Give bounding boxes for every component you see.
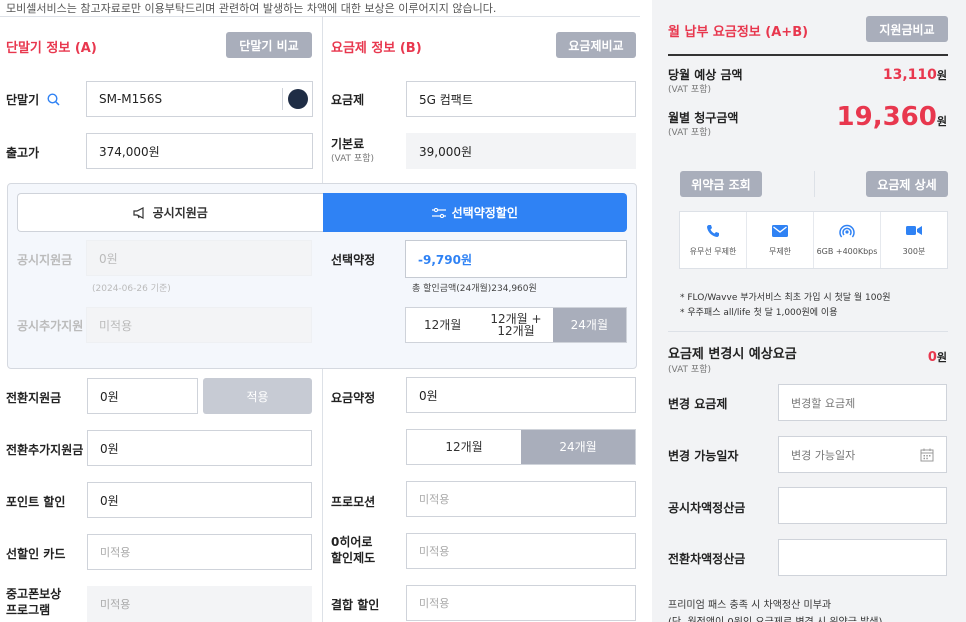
plan-contract-option-12[interactable]: 12개월 xyxy=(407,430,521,464)
service-message: 무제한 xyxy=(747,212,814,268)
usedphone-field: 미적용 xyxy=(87,586,312,622)
promo-note-1: * FLO/Wavve 부가서비스 최초 가입 시 첫달 월 100원 xyxy=(680,293,891,303)
column-divider-bottom xyxy=(322,368,323,622)
plan-contract-field: 0원 xyxy=(406,377,636,413)
point-discount-field[interactable]: 0원 xyxy=(87,482,312,518)
apply-button[interactable]: 적용 xyxy=(203,378,312,414)
zerohero-label: 0히어로 할인제도 xyxy=(331,535,376,565)
change-plan-title: 요금제 변경시 예상요금 (VAT 포함) xyxy=(668,347,797,375)
calendar-icon[interactable] xyxy=(920,448,934,462)
contract-option-12[interactable]: 12개월 xyxy=(406,308,479,342)
promo-note-2: * 우주패스 all/life 첫 달 1,000원에 이용 xyxy=(680,308,838,318)
contract-option-12-12[interactable]: 12개월 + 12개월 xyxy=(479,308,552,342)
base-fee-label: 기본료 (VAT 포함) xyxy=(331,137,374,164)
monthly-amount-value: 19,360원 xyxy=(836,102,947,132)
plan-contract-option-24[interactable]: 24개월 xyxy=(521,430,635,464)
support-compare-button[interactable]: 지원금비교 xyxy=(866,16,948,42)
contract-period-selector: 12개월 12개월 + 12개월 24개월 xyxy=(405,307,627,343)
top-divider xyxy=(0,16,640,17)
change-plan-label: 변경 요금제 xyxy=(668,397,728,411)
service-call: 유무선 무제한 xyxy=(680,212,747,268)
switch-settle-field xyxy=(778,539,947,576)
summary-title-divider xyxy=(668,54,948,56)
mail-icon xyxy=(772,224,788,238)
promotion-label: 프로모션 xyxy=(331,495,376,509)
subsidy-settle-field xyxy=(778,487,947,524)
service-data: 6GB +400Kbps xyxy=(814,212,881,268)
subsidy-extra-field: 미적용 xyxy=(86,307,312,343)
plan-compare-button[interactable]: 요금제비교 xyxy=(556,32,636,58)
price-label: 출고가 xyxy=(6,146,40,160)
change-plan-value: 0원 xyxy=(927,350,947,365)
plan-section-title: 요금제 정보 (B) xyxy=(331,41,422,56)
expected-amount-value: 13,110원 xyxy=(882,67,947,83)
summary-divider xyxy=(668,331,948,332)
device-section-title: 단말기 정보 (A) xyxy=(6,41,97,56)
usedphone-label: 중고폰보상 프로그램 xyxy=(6,587,62,617)
plan-services: 유무선 무제한 무제한 6GB +400Kbps 300분 xyxy=(679,211,948,269)
contract-option-24[interactable]: 24개월 xyxy=(552,308,626,342)
plan-contract-period-selector: 12개월 24개월 xyxy=(406,429,636,465)
zerohero-field[interactable]: 미적용 xyxy=(406,533,636,569)
switch-subsidy-field[interactable]: 0원 xyxy=(87,378,198,414)
change-date-label: 변경 가능일자 xyxy=(668,449,739,463)
monthly-amount-label: 월별 청구금액 (VAT 포함) xyxy=(668,111,739,138)
device-label: 단말기 xyxy=(6,92,60,110)
expected-amount-label: 당월 예상 금액 (VAT 포함) xyxy=(668,68,743,95)
plan-label: 요금제 xyxy=(331,93,365,107)
subsidy-extra-label: 공시추가지원 xyxy=(17,319,84,333)
footer-note-2: (단, 월정액이 0원인 요금제로 변경 시 위약금 발생) xyxy=(668,613,882,622)
wifi-signal-icon xyxy=(839,224,855,239)
change-date-input[interactable]: 변경 가능일자 xyxy=(778,436,947,473)
tab-subsidy[interactable]: 공시지원금 xyxy=(17,193,323,232)
precard-label: 선할인 카드 xyxy=(6,547,66,561)
notice-text: 모비셀서비스는 참고자료로만 이용부탁드리며 관련하여 발생하는 차액에 대한 … xyxy=(6,2,497,15)
contract-label: 선택약정 xyxy=(331,253,376,267)
column-divider-top xyxy=(322,17,323,189)
sliders-icon xyxy=(431,207,446,218)
switch-subsidy-label: 전환지원금 xyxy=(6,391,62,405)
tab-contract-discount[interactable]: 선택약정할인 xyxy=(322,193,627,232)
plan-contract-label: 요금약정 xyxy=(331,391,376,405)
point-discount-label: 포인트 할인 xyxy=(6,495,66,509)
price-field: 374,000원 xyxy=(86,133,313,169)
search-icon[interactable] xyxy=(47,93,60,110)
bundle-label: 결합 할인 xyxy=(331,598,380,612)
plan-detail-button[interactable]: 요금제 상세 xyxy=(866,171,948,197)
megaphone-icon xyxy=(133,206,147,219)
footer-note-1: 프리미엄 패스 충족 시 차액정산 미부과 xyxy=(668,600,832,611)
change-plan-input[interactable]: 변경할 요금제 xyxy=(778,384,947,421)
video-icon xyxy=(906,224,922,238)
contract-discount-field: -9,790원 xyxy=(405,240,627,278)
service-video: 300분 xyxy=(881,212,947,268)
device-model-field[interactable]: SM-M156S xyxy=(86,81,313,117)
switch-extra-label: 전환추가지원금 xyxy=(6,443,84,457)
subsidy-date-note: (2024-06-26 기준) xyxy=(92,284,171,294)
bundle-field[interactable]: 미적용 xyxy=(406,585,636,621)
button-separator xyxy=(814,171,815,197)
switch-extra-field[interactable]: 0원 xyxy=(87,430,312,466)
subsidy-settle-label: 공시차액정산금 xyxy=(668,501,746,515)
summary-title: 월 납부 요금정보 (A+B) xyxy=(668,25,809,40)
contract-total-note: 총 할인금액(24개월)234,960원 xyxy=(412,284,537,294)
promotion-field[interactable]: 미적용 xyxy=(406,481,636,517)
plan-field[interactable]: 5G 컴팩트 xyxy=(406,81,636,117)
discount-tabs: 공시지원금 선택약정할인 xyxy=(17,193,627,232)
subsidy-label: 공시지원금 xyxy=(17,253,73,267)
device-compare-button[interactable]: 단말기 비교 xyxy=(226,32,312,58)
subsidy-field: 0원 xyxy=(86,240,312,276)
device-color-swatch[interactable] xyxy=(288,89,308,109)
phone-icon xyxy=(705,224,721,238)
switch-settle-label: 전환차액정산금 xyxy=(668,552,746,566)
penalty-lookup-button[interactable]: 위약금 조회 xyxy=(680,171,762,197)
precard-field[interactable]: 미적용 xyxy=(87,534,312,570)
base-fee-field: 39,000원 xyxy=(406,133,636,169)
